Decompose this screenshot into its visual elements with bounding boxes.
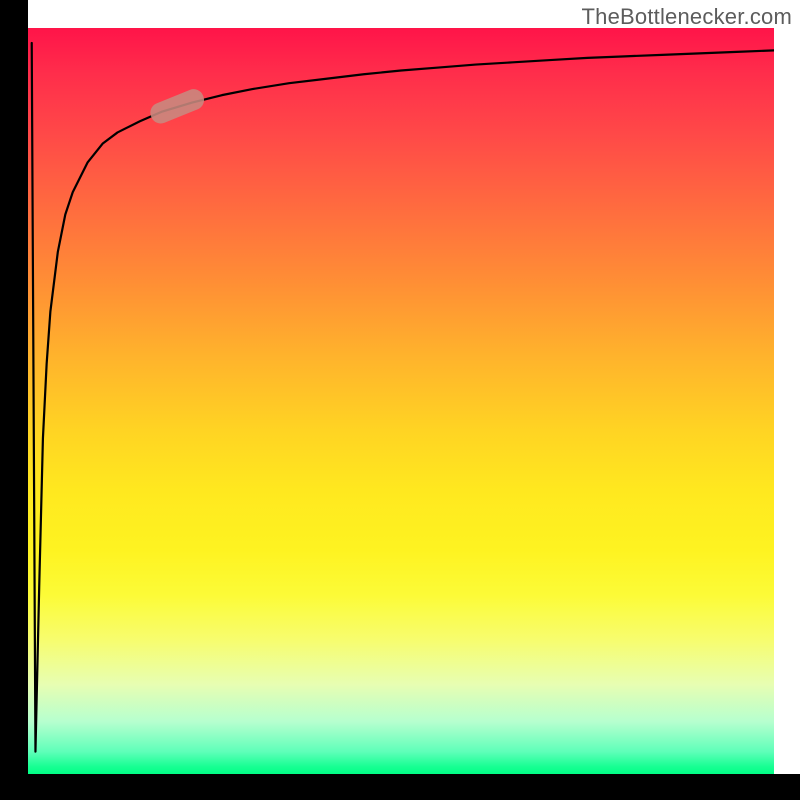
bottleneck-chart: TheBottlenecker.com xyxy=(0,0,800,800)
watermark-text: TheBottlenecker.com xyxy=(582,4,792,30)
curve-layer xyxy=(28,28,774,774)
x-axis xyxy=(0,774,800,800)
bottleneck-curve xyxy=(32,43,774,752)
y-axis xyxy=(0,0,28,800)
current-position-marker xyxy=(147,86,207,126)
